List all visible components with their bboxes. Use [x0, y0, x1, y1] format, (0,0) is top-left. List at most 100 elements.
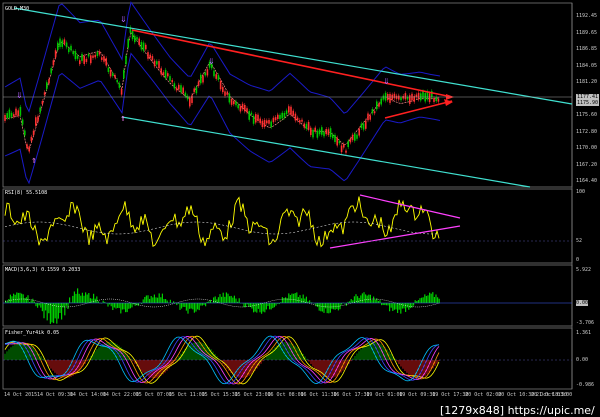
macd-bar	[419, 298, 421, 303]
macd-bar	[190, 303, 192, 309]
candle-body	[118, 83, 121, 88]
candle-body	[10, 112, 13, 117]
macd-bar	[72, 295, 74, 303]
macd-bar	[121, 303, 123, 310]
candle-body	[171, 80, 173, 83]
macd-bar	[153, 294, 155, 303]
chart-canvas[interactable]: ⇓ ⇓ ⇓ ⇓ ⇑ ⇑	[0, 0, 600, 417]
candle-body	[378, 103, 380, 107]
rsi-series	[4, 196, 440, 248]
candle-body	[204, 72, 206, 76]
macd-bar	[253, 303, 255, 313]
macd-label: MACD(3,6,3) 0.1559 0.2033	[5, 267, 81, 273]
candle-body	[402, 96, 404, 99]
candle-body	[424, 93, 426, 102]
macd-bar	[379, 300, 381, 303]
candle-body	[68, 48, 70, 53]
time-axis-label: 19 Oct 01:00	[366, 392, 403, 398]
macd-bar	[389, 303, 391, 312]
rsi-level-bottom: 0	[576, 257, 580, 263]
macd-bar	[54, 303, 56, 319]
macd-bar	[421, 297, 423, 303]
candle-body	[15, 108, 17, 116]
macd-bar	[22, 294, 24, 303]
macd-bar	[144, 296, 146, 303]
macd-bar	[205, 303, 207, 307]
time-axis-label: 19 Oct 09:30	[399, 392, 436, 398]
candle-body	[98, 51, 101, 55]
candle-body	[226, 92, 228, 95]
macd-bar	[320, 303, 322, 312]
macd-bar	[147, 295, 149, 303]
macd-bar	[118, 303, 120, 309]
macd-bar	[81, 292, 83, 303]
candle-body	[252, 115, 255, 124]
macd-bar	[309, 300, 311, 303]
candle-body	[147, 52, 149, 59]
candle-body	[206, 69, 209, 76]
candle-body	[367, 113, 369, 121]
candle-body	[30, 136, 33, 142]
candle-body	[303, 123, 305, 128]
candle-body	[83, 55, 85, 64]
macd-bar	[416, 300, 418, 303]
macd-bar	[21, 293, 23, 303]
bid-price-tag: 1175.90	[576, 100, 600, 106]
candle-body	[116, 80, 118, 83]
candle-body	[41, 101, 44, 104]
watermark-text: [1279x848] https://upic.me/	[440, 404, 595, 417]
macd-bar	[219, 294, 221, 303]
macd-bar	[45, 303, 47, 311]
candle-body	[219, 80, 222, 90]
macd-bar	[360, 295, 362, 303]
macd-level-bottom: -3.706	[576, 320, 595, 326]
candle-body	[261, 120, 264, 127]
candle-body	[266, 120, 268, 124]
time-axis-label: 16 Oct 17:30	[333, 392, 370, 398]
macd-bar	[233, 295, 235, 303]
macd-bar	[373, 296, 375, 303]
macd-bar	[381, 303, 383, 306]
candle-body	[288, 106, 290, 113]
candle-body	[318, 129, 321, 135]
macd-bar	[75, 293, 77, 303]
macd-bar	[257, 303, 259, 309]
candle-body	[294, 113, 297, 121]
candle-body	[279, 114, 281, 120]
macd-bar	[65, 303, 67, 306]
macd-bar	[203, 303, 205, 306]
candle-body	[347, 141, 349, 148]
candle-body	[435, 97, 437, 102]
main-panel-border	[2, 2, 573, 188]
macd-bar	[126, 303, 128, 313]
macd-bar	[134, 303, 136, 306]
macd-bar	[299, 295, 301, 303]
candle-body	[120, 88, 123, 95]
time-axis-label: 15 Oct 11:00	[168, 392, 205, 398]
macd-bar	[270, 303, 272, 310]
macd-bar	[41, 303, 43, 312]
candle-body	[72, 51, 74, 55]
candle-body	[35, 117, 37, 126]
macd-bar	[296, 292, 298, 303]
fisher-line	[4, 335, 440, 385]
macd-bar	[193, 303, 195, 313]
candle-body	[323, 131, 325, 137]
macd-bar	[392, 303, 394, 312]
candle-body	[230, 98, 233, 105]
macd-bar	[365, 294, 367, 303]
macd-bar	[200, 303, 202, 306]
macd-bar	[221, 296, 223, 303]
macd-bar	[67, 303, 69, 309]
macd-bar	[328, 303, 330, 314]
candle-body	[21, 119, 24, 125]
macd-bar	[382, 303, 384, 306]
macd-bar	[16, 292, 18, 303]
candle-body	[327, 129, 330, 135]
rsi-label: RSI(8) 55.5108	[5, 190, 48, 196]
macd-bar	[86, 294, 88, 303]
rsi-panel-border	[2, 188, 573, 264]
candle-body	[233, 101, 235, 105]
candle-body	[193, 88, 195, 92]
candle-body	[250, 112, 253, 115]
